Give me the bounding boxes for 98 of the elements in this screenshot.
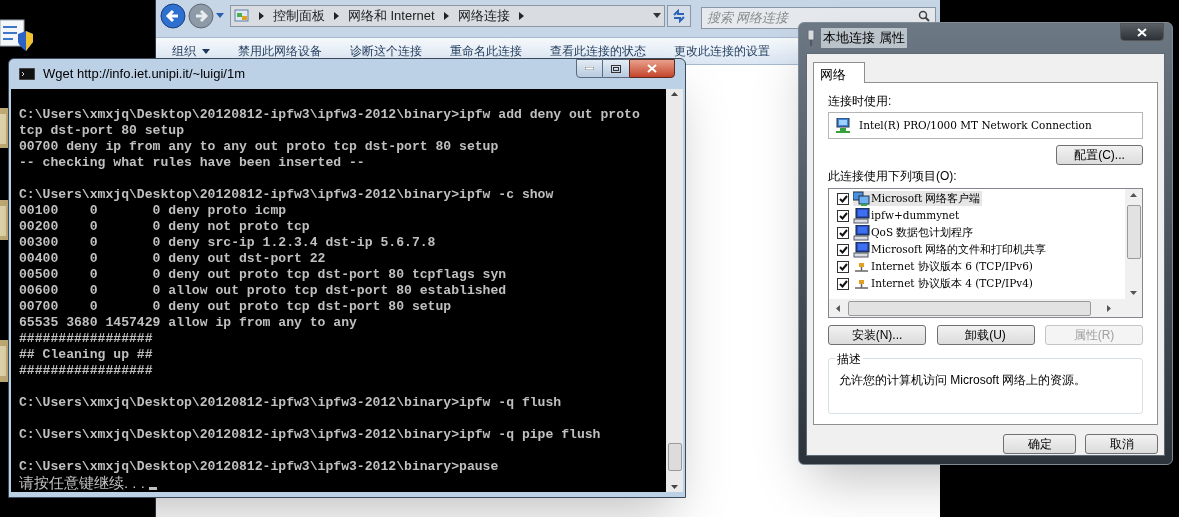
text-cursor <box>148 487 157 490</box>
forward-button[interactable] <box>187 3 214 29</box>
list-item[interactable]: Microsoft 网络客户端 <box>853 190 983 207</box>
console-line: -- checking what rules have been inserted -- <box>19 155 365 171</box>
scroll-thumb[interactable] <box>847 300 1092 316</box>
dropdown-icon[interactable] <box>652 13 661 19</box>
adapter-name: Intel(R) PRO/1000 MT Network Connection <box>859 117 1092 133</box>
breadcrumb[interactable]: 控制面板 <box>272 6 325 26</box>
toolbar-button[interactable]: 更改此连接的设置 <box>674 42 770 60</box>
network-icon <box>853 277 870 290</box>
horizontal-scrollbar[interactable] <box>829 299 1142 317</box>
computers-icon <box>853 191 870 206</box>
control-panel-icon <box>233 8 250 24</box>
checkbox[interactable] <box>837 226 849 239</box>
dialog-button[interactable]: 卸载(U) <box>936 325 1035 345</box>
checkbox[interactable] <box>837 277 849 290</box>
breadcrumb[interactable]: 网络连接 <box>457 6 510 26</box>
window-title: 本地连接 属性 <box>821 28 907 48</box>
console-line: 00500 0 0 deny out proto tcp dst-port 80 tcpflags syn <box>19 267 507 283</box>
console-line: C:\Users\xmxjq\Desktop\20120812-ipfw3\ipfw3-2012\binary>ipfw -q pipe flush <box>19 427 601 443</box>
toolbar-button[interactable]: 禁用此网络设备 <box>238 42 322 60</box>
dialog-button[interactable]: 安装(N)... <box>828 325 926 345</box>
chevron-icon <box>518 12 524 20</box>
computer-icon <box>853 224 870 241</box>
console-line: 请按任意键继续. . . <box>19 475 145 491</box>
checkbox[interactable] <box>837 192 849 205</box>
dropdown-icon[interactable] <box>215 13 224 19</box>
console-icon <box>19 68 35 80</box>
list-item[interactable]: Internet 协议版本 6 (TCP/IPv6) <box>853 258 1035 275</box>
console-line: tcp dst-port 80 setup <box>19 123 184 139</box>
scrollbar[interactable] <box>666 89 683 492</box>
console-line: 00200 0 0 deny not proto tcp <box>19 219 310 235</box>
console-line: 00700 0 0 deny out proto tcp dst-port 80 setup <box>19 299 452 315</box>
toolbar-button[interactable]: 诊断这个连接 <box>350 42 422 60</box>
desktop-icon[interactable] <box>0 18 34 52</box>
console-line: 00100 0 0 deny proto icmp <box>19 203 287 219</box>
console-line: 00600 0 0 allow out proto tcp dst-port 80 established <box>19 283 507 299</box>
computer-icon <box>853 241 870 258</box>
field-label: 此连接使用下列项目(O): <box>828 168 958 184</box>
network-icon <box>853 260 870 273</box>
console-line: C:\Users\xmxjq\Desktop\20120812-ipfw3\ipfw3-2012\binary>ipfw -c show <box>19 187 554 203</box>
refresh-icon <box>671 9 686 23</box>
toolbar-button[interactable]: 查看此连接的状态 <box>550 42 646 60</box>
close-icon <box>647 64 657 73</box>
console-line: C:\Users\xmxjq\Desktop\20120812-ipfw3\ipfw3-2012\binary>pause <box>19 459 499 475</box>
console-line: ################# <box>19 331 153 347</box>
search-icon <box>918 10 931 22</box>
checkbox[interactable] <box>837 209 849 222</box>
back-button[interactable] <box>160 3 186 29</box>
checkbox[interactable] <box>837 260 849 273</box>
scroll-thumb[interactable] <box>1126 205 1141 259</box>
computer-icon <box>853 207 870 224</box>
chevron-icon <box>258 12 264 20</box>
list-item[interactable]: Microsoft 网络的文件和打印机共享 <box>853 241 1049 258</box>
scrollbar[interactable] <box>1125 189 1142 299</box>
field-label: 连接时使用: <box>828 93 893 109</box>
chevron-icon <box>443 12 449 20</box>
dialog-button[interactable]: 确定 <box>1003 434 1076 454</box>
list-item[interactable]: ipfw+dummynet <box>853 207 962 224</box>
scroll-down-icon[interactable] <box>671 485 678 489</box>
dialog-button[interactable]: 配置(C)... <box>1056 145 1143 165</box>
group-label: 描述 <box>835 350 863 368</box>
scroll-right-icon[interactable] <box>1107 304 1112 312</box>
close-button[interactable] <box>629 59 675 78</box>
window-title: Wget http://info.iet.unipi.it/~luigi/1m <box>43 65 245 84</box>
scroll-left-icon[interactable] <box>836 304 840 312</box>
maximize-button[interactable] <box>603 59 629 78</box>
refresh-button[interactable] <box>666 5 691 27</box>
console-line: 00700 deny ip from any to any out proto tcp dst-port 80 setup <box>19 139 499 155</box>
description-text: 允许您的计算机访问 Microsoft 网络上的资源。 <box>839 373 1087 387</box>
address-bar[interactable]: 控制面板 网络和 Internet 网络连接 <box>229 5 665 27</box>
minimize-button[interactable] <box>576 59 603 78</box>
restore-icon <box>611 64 621 73</box>
console-line: 00400 0 0 deny out dst-port 22 <box>19 251 326 267</box>
close-button[interactable] <box>1120 23 1164 41</box>
minimize-icon <box>585 67 594 70</box>
network-cable-icon <box>807 30 815 46</box>
breadcrumb[interactable]: 网络和 Internet <box>347 6 435 26</box>
chevron-icon <box>333 12 339 20</box>
scroll-down-icon[interactable] <box>1130 291 1137 295</box>
console-line: 65535 3680 1457429 allow ip from any to any <box>19 315 357 331</box>
close-icon <box>1137 27 1147 37</box>
console-line: 00300 0 0 deny src-ip 1.2.3.4 dst-ip 5.6.7.8 <box>19 235 436 251</box>
tab[interactable]: 网络 <box>813 62 865 83</box>
checkbox[interactable] <box>837 243 849 256</box>
scroll-up-icon[interactable] <box>1130 193 1137 197</box>
scroll-thumb[interactable] <box>667 443 682 471</box>
list-item[interactable]: Internet 协议版本 4 (TCP/IPv4) <box>853 275 1035 292</box>
console-line: ## Cleaning up ## <box>19 347 153 363</box>
toolbar-button[interactable]: 重命名此连接 <box>450 42 522 60</box>
console-line: ################# <box>19 363 153 379</box>
list-item[interactable]: QoS 数据包计划程序 <box>853 224 976 241</box>
toolbar-button[interactable]: 组织 <box>172 42 210 60</box>
dialog-button[interactable]: 取消 <box>1085 434 1158 454</box>
console-line: C:\Users\xmxjq\Desktop\20120812-ipfw3\ipfw3-2012\binary>ipfw add deny out proto <box>19 107 640 123</box>
network-adapter-icon <box>835 118 851 133</box>
scroll-up-icon[interactable] <box>671 92 678 96</box>
console-line: C:\Users\xmxjq\Desktop\20120812-ipfw3\ipfw3-2012\binary>ipfw -q flush <box>19 395 562 411</box>
